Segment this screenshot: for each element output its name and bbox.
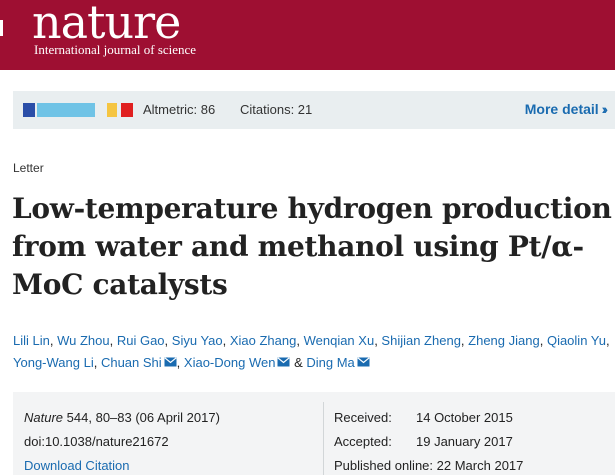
author-separator-last: &	[290, 355, 307, 370]
history-column: Received: 14 October 2015 Accepted: 19 Jan…	[334, 406, 523, 475]
donut-segment-red	[121, 103, 133, 117]
donut-segment-cyan	[37, 103, 95, 117]
donut-segment-blue	[23, 103, 35, 117]
journal-pages-date: , 80–83 (06 April 2017)	[88, 410, 220, 425]
author-link[interactable]: Ding Ma	[306, 355, 354, 370]
author-link[interactable]: Yong-Wang Li	[13, 355, 94, 370]
author-link[interactable]: Siyu Yao	[172, 333, 223, 348]
author-link[interactable]: Lili Lin	[13, 333, 50, 348]
journal-name: Nature	[24, 410, 64, 425]
masthead: nature International journal of science	[0, 0, 615, 70]
author-link[interactable]: Xiao Zhang	[230, 333, 297, 348]
nature-logo[interactable]: nature	[32, 0, 181, 46]
accepted-row: Accepted: 19 January 2017	[334, 430, 523, 454]
accepted-label: Accepted:	[334, 434, 392, 449]
author-separator: ,	[539, 333, 547, 348]
author-link[interactable]: Wu Zhou	[57, 333, 110, 348]
altmetric-score[interactable]: Altmetric: 86	[143, 102, 215, 117]
accepted-date: 19 January 2017	[416, 434, 513, 449]
author-separator: ,	[296, 333, 304, 348]
author-link[interactable]: Wenqian Xu	[304, 333, 375, 348]
author-separator: ,	[93, 355, 101, 370]
email-author-icon[interactable]	[164, 357, 177, 367]
email-author-icon[interactable]	[357, 357, 370, 367]
email-author-icon[interactable]	[277, 357, 291, 367]
author-separator: ,	[164, 333, 172, 348]
citation-column: Nature 544, 80–83 (06 April 2017) doi:10…	[24, 406, 220, 475]
download-citation-link[interactable]: Download Citation	[24, 454, 220, 475]
author-link[interactable]: Chuan Shi	[101, 355, 162, 370]
author-list: Lili Lin, Wu Zhou, Rui Gao, Siyu Yao, Xi…	[13, 330, 613, 374]
author-separator: ,	[49, 333, 58, 348]
author-separator: ,	[605, 333, 610, 348]
journal-volume: 544	[66, 410, 89, 425]
author-link[interactable]: Rui Gao	[117, 333, 165, 348]
author-separator: ,	[222, 333, 230, 348]
author-link[interactable]: Qiaolin Yu	[547, 333, 606, 348]
published-label: Published online:	[334, 458, 434, 473]
masthead-edge-mark	[0, 20, 3, 36]
published-row: Published online: 22 March 2017	[334, 454, 523, 475]
published-date: 22 March 2017	[436, 458, 524, 473]
doi: doi:10.1038/nature21672	[24, 434, 169, 449]
journal-citation: Nature 544, 80–83 (06 April 2017)	[24, 406, 220, 430]
more-detail-label: More detail	[524, 101, 599, 117]
info-divider	[323, 402, 324, 475]
metrics-bar: Altmetric: 86 Citations: 21 More detail ›…	[13, 91, 615, 129]
article-title: Low-temperature hydrogen production from…	[12, 192, 612, 301]
author-separator: ,	[109, 333, 117, 348]
author-link[interactable]: Zheng Jiang	[468, 333, 540, 348]
received-label: Received:	[334, 410, 392, 425]
received-date: 14 October 2015	[416, 410, 513, 425]
citations-count[interactable]: Citations: 21	[240, 102, 312, 117]
masthead-tagline: International journal of science	[34, 42, 197, 57]
donut-segment-yellow	[107, 103, 117, 117]
article-info-panel: Nature 544, 80–83 (06 April 2017) doi:10…	[13, 392, 615, 475]
more-detail-link[interactable]: More detail ››	[524, 101, 609, 117]
article-type: Letter	[13, 161, 44, 175]
author-link[interactable]: Shijian Zheng	[381, 333, 461, 348]
author-link[interactable]: Xiao-Dong Wen	[184, 355, 276, 370]
author-separator: ,	[176, 355, 184, 370]
double-chevron-right-icon: ››	[601, 101, 609, 117]
received-row: Received: 14 October 2015	[334, 406, 523, 430]
